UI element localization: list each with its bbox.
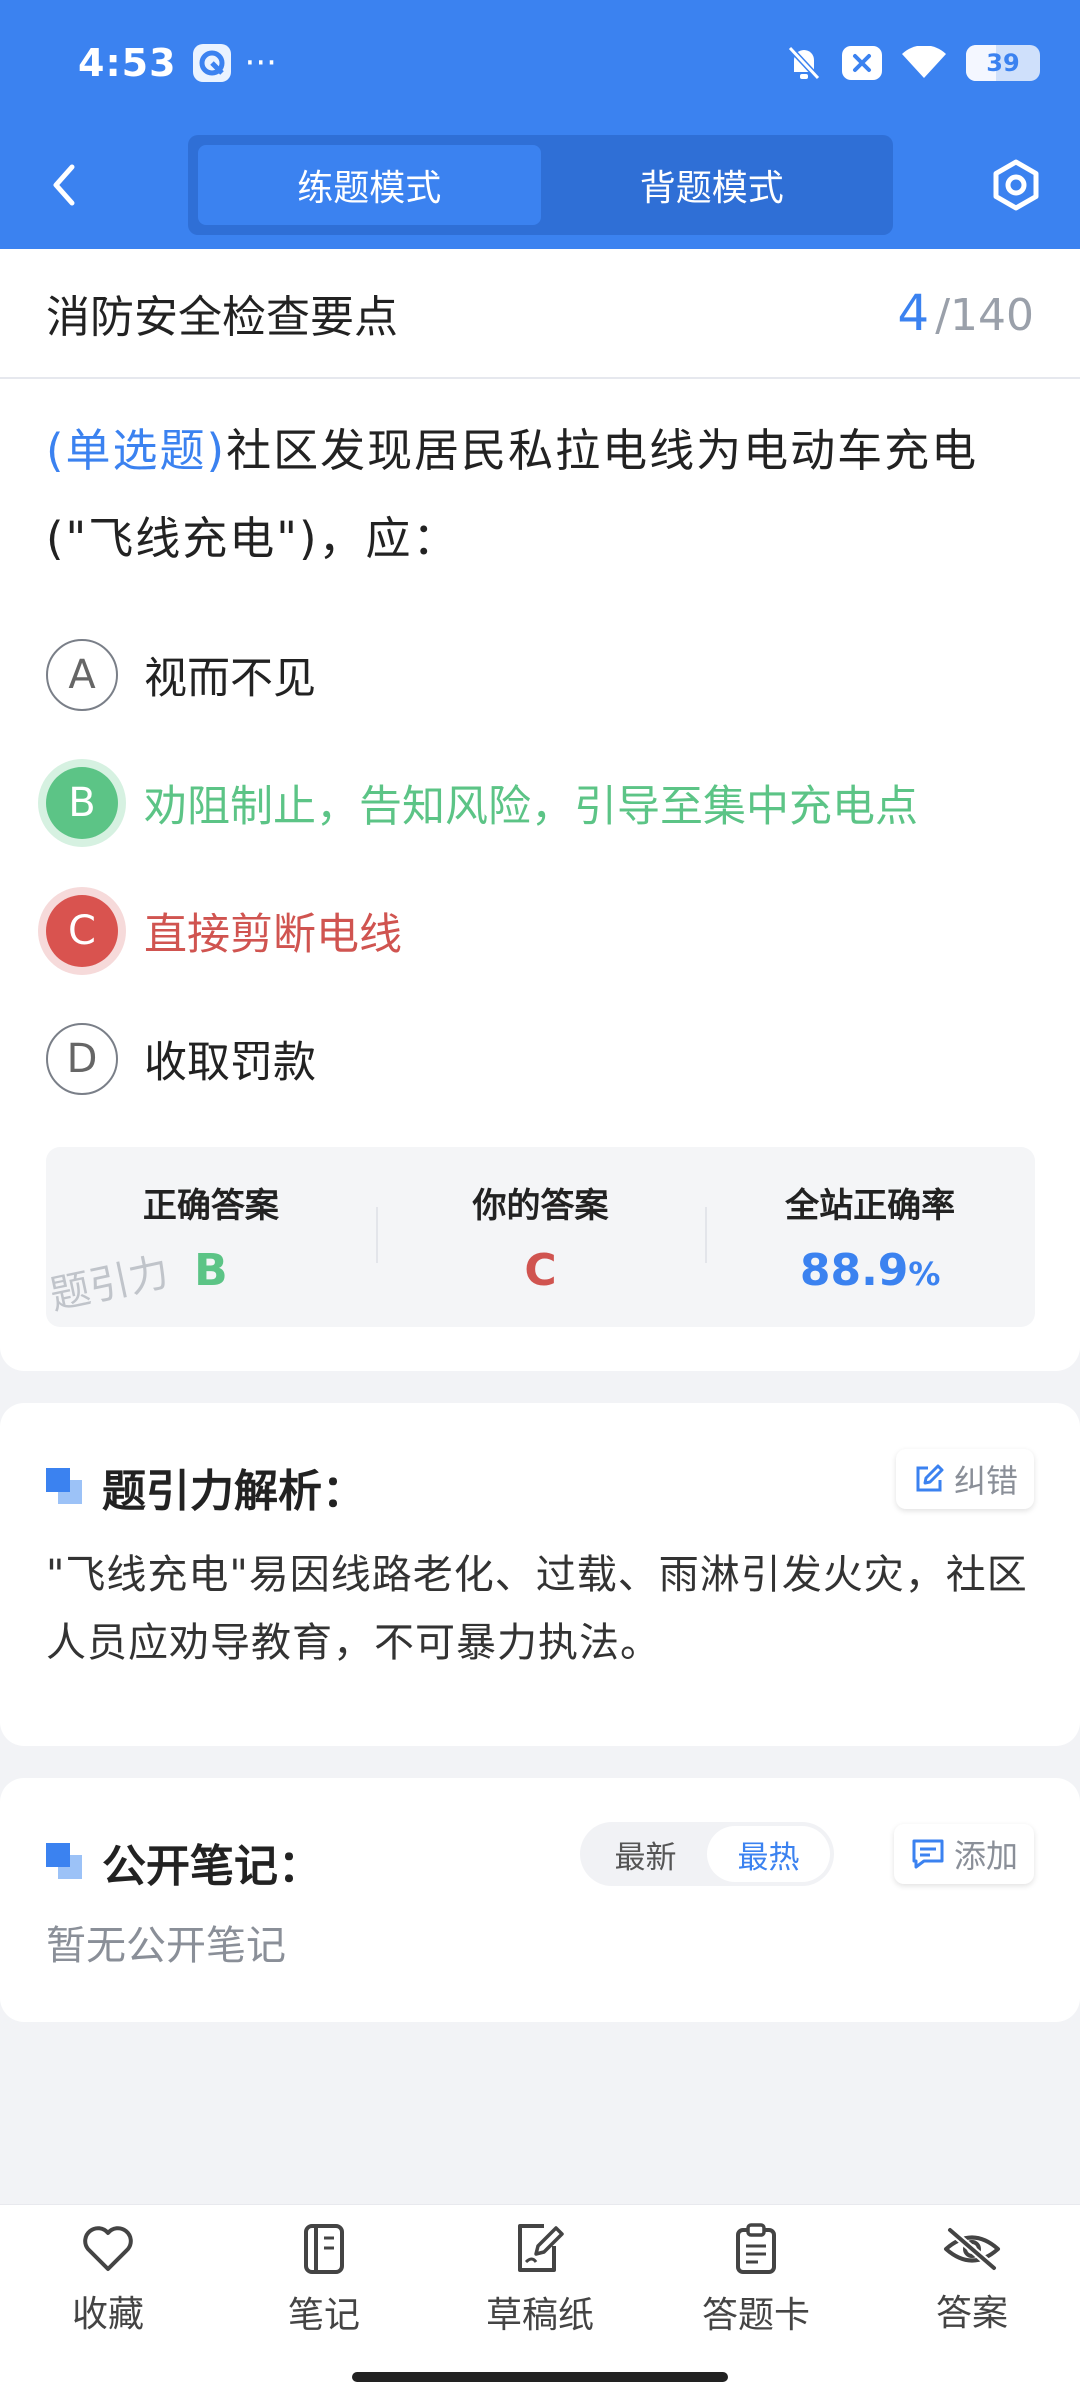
option-text: 视而不见: [144, 654, 316, 704]
options-list: A 视而不见 B 劝阻制止，告知风险，引导至集中充电点 C 直接剪断电线 D 收…: [0, 611, 1080, 1123]
answer-toggle-button[interactable]: 答案: [864, 2205, 1080, 2355]
accuracy-value: 88.9%: [799, 1245, 941, 1296]
analysis-card: 题引力解析： 纠错 "飞线充电"易因线路老化、过载、雨淋引发火灾，社区人员应劝导…: [0, 1403, 1080, 1746]
edit-icon: [916, 1464, 944, 1492]
correct-answer-label: 正确答案: [142, 1186, 279, 1226]
report-error-button[interactable]: 纠错: [895, 1449, 1034, 1509]
add-note-button[interactable]: 添加: [893, 1824, 1034, 1884]
heart-icon: [83, 2226, 133, 2271]
draft-paper-button[interactable]: 草稿纸: [432, 2205, 648, 2355]
app-icon: [192, 44, 231, 82]
close-box-icon: [842, 46, 882, 80]
tab-memorize-mode[interactable]: 背题模式: [541, 145, 884, 225]
section-mark-icon: [46, 1843, 84, 1881]
accuracy-col: 全站正确率 88.9%: [705, 1147, 1035, 1327]
option-letter: B: [46, 767, 118, 839]
eye-off-icon: [944, 2226, 1000, 2272]
question-card: 消防安全检查要点 4 / 140 (单选题)社区发现居民私拉电线为电动车充电 (…: [0, 249, 1080, 1371]
option-text: 直接剪断电线: [144, 910, 402, 960]
current-question-number: 4: [897, 284, 930, 342]
question-category: 消防安全检查要点: [46, 292, 398, 343]
option-letter: A: [46, 639, 118, 711]
top-header: 4:53 ··· 39 练题模式 背题模式: [0, 0, 1080, 249]
progress-separator: /: [935, 290, 951, 341]
back-button[interactable]: [40, 155, 86, 215]
question-progress[interactable]: 4 / 140: [897, 284, 1034, 342]
notes-card: 公开笔记： 最新 最热 添加 暂无公开笔记: [0, 1778, 1080, 2022]
status-bar: 4:53 ··· 39: [78, 38, 1040, 88]
notes-sort-toggle: 最新 最热: [580, 1822, 834, 1886]
status-more: ···: [244, 43, 277, 83]
battery-level: 39: [986, 49, 1020, 77]
comment-icon: [912, 1839, 944, 1869]
chevron-left-icon: [53, 164, 75, 206]
question-text: (单选题)社区发现居民私拉电线为电动车充电 ("飞线充电")，应：: [0, 379, 1080, 583]
question-type: (单选题): [46, 424, 227, 477]
option-b[interactable]: B 劝阻制止，告知风险，引导至集中充电点: [0, 739, 1080, 867]
answer-sheet-button[interactable]: 答题卡: [648, 2205, 864, 2355]
tab-practice-mode[interactable]: 练题模式: [198, 145, 541, 225]
question-text-line1: 社区发现居民私拉电线为电动车充电: [226, 424, 979, 477]
notes-button[interactable]: 笔记: [216, 2205, 432, 2355]
option-text: 收取罚款: [144, 1038, 316, 1088]
hexagon-settings-icon: [993, 159, 1039, 211]
answer-summary: 正确答案 B 你的答案 C 全站正确率 88.9% 题引力: [46, 1147, 1035, 1327]
analysis-text: "飞线充电"易因线路老化、过载、雨淋引发火灾，社区人员应劝导教育，不可暴力执法。: [46, 1552, 1028, 1666]
settings-button[interactable]: [988, 157, 1044, 213]
status-icons: 39: [786, 44, 1040, 82]
mode-switch: 练题模式 背题模式: [188, 135, 893, 235]
option-letter: D: [46, 1023, 118, 1095]
correct-answer-value: B: [194, 1245, 228, 1296]
option-text: 劝阻制止，告知风险，引导至集中充电点: [144, 782, 918, 832]
total-questions: 140: [950, 290, 1034, 341]
your-answer-label: 你的答案: [472, 1186, 609, 1226]
analysis-title: 题引力解析：: [46, 1455, 366, 1519]
your-answer-col: 你的答案 C: [375, 1147, 706, 1327]
battery-icon: 39: [966, 45, 1040, 81]
draft-pen-icon: [518, 2224, 564, 2272]
question-header: 消防安全检查要点 4 / 140: [0, 249, 1080, 379]
option-c[interactable]: C 直接剪断电线: [0, 867, 1080, 995]
option-d[interactable]: D 收取罚款: [0, 995, 1080, 1123]
sort-hottest[interactable]: 最热: [707, 1826, 830, 1882]
section-mark-icon: [46, 1468, 84, 1506]
notes-title: 公开笔记：: [46, 1830, 322, 1894]
option-a[interactable]: A 视而不见: [0, 611, 1080, 739]
wifi-icon: [902, 46, 946, 80]
empty-notes-text: 暂无公开笔记: [46, 1923, 286, 1969]
bell-muted-icon: [786, 44, 822, 82]
option-letter: C: [46, 895, 118, 967]
sort-latest[interactable]: 最新: [584, 1826, 707, 1882]
your-answer-value: C: [524, 1245, 557, 1296]
notebook-icon: [304, 2224, 344, 2274]
status-time: 4:53: [78, 41, 177, 85]
bottom-toolbar: 收藏 笔记 草稿纸 答题卡 答案: [0, 2204, 1080, 2400]
nav-bar: 练题模式 背题模式: [0, 135, 1080, 235]
clipboard-icon: [736, 2223, 776, 2274]
accuracy-label: 全站正确率: [785, 1186, 956, 1226]
home-indicator[interactable]: [352, 2372, 728, 2382]
question-text-line2: ("飞线充电")，应：: [46, 512, 460, 565]
favorite-button[interactable]: 收藏: [0, 2205, 216, 2355]
